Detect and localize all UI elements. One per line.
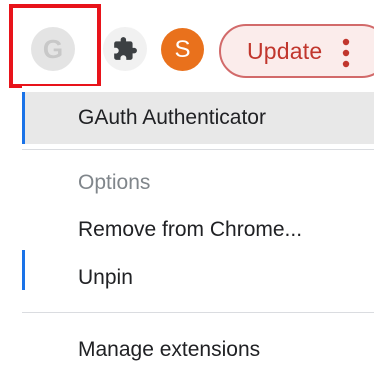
- avatar-letter: S: [174, 35, 191, 63]
- menu-divider: [22, 149, 374, 150]
- menu-item-unpin[interactable]: Unpin: [22, 254, 374, 302]
- menu-item-remove-from-chrome[interactable]: Remove from Chrome...: [22, 206, 374, 254]
- puzzle-icon: [114, 37, 137, 60]
- extensions-toolbar: G S Update: [0, 0, 374, 92]
- extension-context-menu: GAuth Authenticator Options Remove from …: [22, 86, 374, 372]
- focus-indicator: [22, 250, 25, 290]
- menu-item-options: Options: [22, 160, 374, 206]
- menu-item-gauth-authenticator[interactable]: GAuth Authenticator: [22, 92, 374, 144]
- menu-item-manage-extensions[interactable]: Manage extensions: [22, 326, 374, 372]
- profile-avatar[interactable]: S: [161, 28, 204, 71]
- menu-item-label: Unpin: [78, 266, 133, 289]
- highlight-box: [9, 4, 101, 88]
- menu-item-label: Remove from Chrome...: [78, 218, 303, 241]
- browser-stage: G S Update GAuth Authenticator Options R…: [0, 0, 374, 372]
- extensions-button[interactable]: [103, 27, 147, 71]
- update-label: Update: [247, 37, 323, 64]
- menu-item-label: Manage extensions: [78, 338, 261, 361]
- menu-divider: [22, 312, 374, 313]
- update-button[interactable]: Update: [219, 24, 374, 78]
- menu-item-label: Options: [78, 171, 151, 194]
- kebab-menu-icon: [342, 38, 350, 68]
- focus-indicator: [22, 92, 25, 144]
- menu-item-label: GAuth Authenticator: [78, 106, 266, 129]
